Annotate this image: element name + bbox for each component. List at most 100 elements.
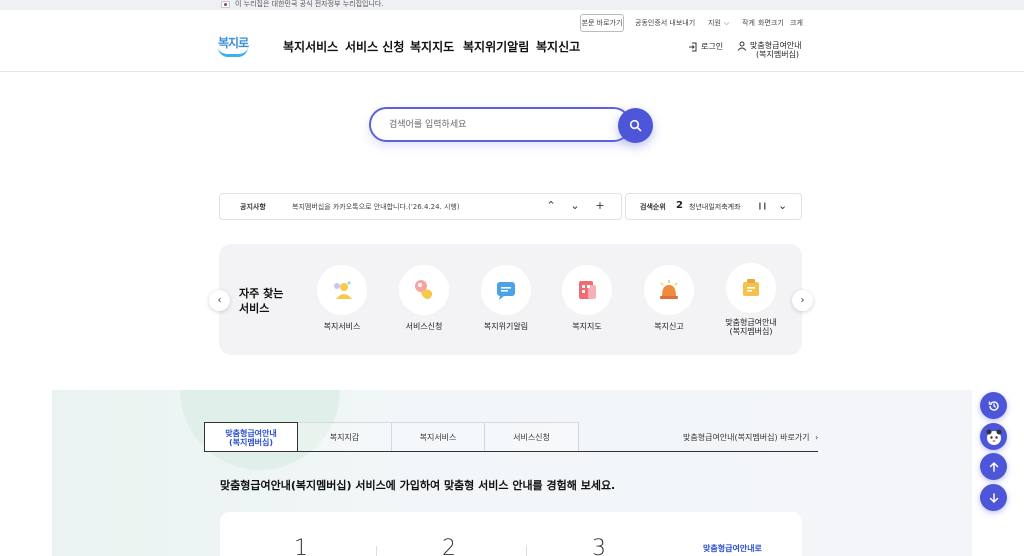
login-label: 로그인 — [701, 42, 724, 51]
skip-to-content-button[interactable]: 본문 바로가기 — [580, 14, 624, 32]
search-icon — [629, 119, 642, 132]
tabs-underline — [204, 451, 818, 452]
user-icon — [737, 41, 747, 51]
notice-label: 공지사항 — [240, 203, 266, 211]
step-number: 1 — [294, 536, 308, 556]
logo-smile-icon — [218, 47, 248, 57]
ranking-keyword[interactable]: 청년내일저축계좌 — [689, 202, 741, 212]
tab-service-apply[interactable]: 서비스신청 — [485, 422, 579, 452]
site-logo[interactable]: 복지로 — [218, 32, 250, 58]
quick-item-label: 서비스신청 — [405, 322, 443, 331]
carousel-prev-button[interactable]: ‹ — [209, 290, 230, 311]
alarm-siren-icon — [660, 280, 678, 299]
chevron-down-icon[interactable]: ⌄ — [778, 199, 787, 212]
quick-title-line-2: 서비스 — [239, 302, 270, 315]
header-divider — [0, 71, 1024, 72]
tab-label: 서비스신청 — [513, 433, 550, 442]
quick-item-label: 복지지도 — [572, 322, 602, 331]
plus-icon[interactable]: + — [593, 199, 607, 212]
quick-item-welfare-report[interactable]: 복지신고 — [629, 265, 709, 331]
font-large-button[interactable]: 크게 — [790, 14, 803, 32]
quick-item-membership[interactable]: 맞춤형급여안내 (복지멤버십) — [711, 263, 791, 336]
membership-label-2: (복지멤버십) — [756, 50, 800, 59]
step-number: 3 — [592, 536, 606, 556]
ranking-number: 2 — [676, 200, 683, 211]
gov-banner: 이 누리집은 대한민국 공식 전자정부 누리집입니다. — [0, 0, 1024, 10]
quick-item-service-apply[interactable]: 서비스신청 — [384, 265, 464, 331]
font-small-button[interactable]: 작게 — [742, 14, 755, 32]
arrow-down-icon — [989, 492, 998, 503]
quick-icon-circle — [644, 265, 694, 315]
quick-item-label: 맞춤형급여안내 (복지멤버십) — [725, 318, 777, 336]
people-icon — [334, 281, 352, 299]
chevron-down-icon: ⌵ — [723, 18, 730, 27]
pause-icon[interactable]: ❙❙ — [757, 202, 768, 210]
quick-icon-circle — [481, 265, 531, 315]
quick-services-title: 자주 찾는 서비스 — [239, 286, 283, 316]
tab-membership[interactable]: 맞춤형급여안내 (복지멤버십) — [204, 422, 298, 452]
quick-icon-circle — [562, 265, 612, 315]
quick-item-label: 복지신고 — [654, 322, 684, 331]
ranking-label: 검색순위 — [640, 203, 666, 211]
login-button[interactable]: 로그인 — [688, 41, 723, 52]
quick-item-crisis-alert[interactable]: 복지위기알림 — [466, 265, 546, 331]
quick-icon-circle — [317, 265, 367, 315]
search-button[interactable] — [618, 108, 653, 143]
quick-item-welfare-services[interactable]: 복지서비스 — [302, 265, 382, 331]
quick-item-welfare-map[interactable]: 복지지도 — [547, 265, 627, 331]
membership-shortcut-link[interactable]: 맞춤형급여안내(복지멤버십) 바로가기 › — [683, 432, 818, 443]
korea-flag-icon — [221, 1, 230, 8]
notice-bar: 공지사항 복지멤버십을 카카오톡으로 안내합니다.('26.4.24. 시행) … — [219, 193, 622, 220]
search-input[interactable] — [389, 117, 609, 133]
quick-icon-circle — [399, 265, 449, 315]
shortcut-link-label: 맞춤형급여안내(복지멤버십) 바로가기 — [683, 433, 810, 442]
tab-label: 맞춤형급여안내 (복지멤버십) — [225, 428, 277, 447]
screen-size-label: 화면크기 — [758, 19, 784, 27]
scroll-top-button[interactable] — [980, 453, 1007, 480]
nav-welfare-services[interactable]: 복지서비스 — [283, 38, 338, 55]
nav-service-apply[interactable]: 서비스 신청 — [345, 38, 404, 55]
quick-item-label: 복지서비스 — [323, 322, 361, 331]
search-box — [369, 107, 631, 142]
membership-button[interactable]: 맞춤형급여안내 (복지멤버십) — [737, 41, 802, 59]
tab-label: 복지지갑 — [329, 433, 360, 442]
chatbot-character-icon — [986, 429, 1001, 445]
tab-label: 복지서비스 — [419, 433, 457, 442]
membership-headline: 맞춤형급여안내(복지멤버십) 서비스에 가입하여 맞춤형 서비스 안내를 경험해… — [220, 479, 616, 492]
nav-crisis-alert[interactable]: 복지위기알림 — [463, 38, 529, 55]
nav-welfare-report[interactable]: 복지신고 — [536, 38, 580, 55]
arrow-up-icon — [989, 461, 998, 472]
step-divider — [376, 546, 377, 556]
chevron-right-icon: › — [815, 433, 819, 442]
membership-go-link[interactable]: 맞춤형급여안내로 — [703, 543, 762, 554]
chatbot-button[interactable] — [980, 423, 1007, 450]
folder-badge-icon — [743, 279, 759, 296]
recent-history-button[interactable] — [980, 392, 1007, 419]
hand-pointer-icon — [415, 280, 433, 300]
tab-welfare-wallet[interactable]: 복지지갑 — [298, 422, 392, 452]
support-dropdown[interactable]: 지원 ⌵ — [708, 14, 729, 32]
map-grid-icon — [579, 281, 596, 299]
quick-title-line-1: 자주 찾는 — [239, 287, 284, 300]
search-ranking-bar: 검색순위 2 청년내일저축계좌 ❙❙ ⌄ — [625, 193, 802, 220]
gov-banner-text: 이 누리집은 대한민국 공식 전자정부 누리집입니다. — [235, 0, 384, 8]
notice-text[interactable]: 복지멤버십을 카카오톡으로 안내합니다.('26.4.24. 시행) — [292, 202, 460, 212]
quick-item-label: 복지위기알림 — [483, 322, 529, 331]
support-label: 지원 — [708, 19, 721, 27]
chevron-up-icon[interactable]: ⌃ — [544, 199, 558, 212]
chat-bubble-icon — [497, 282, 515, 300]
login-icon — [689, 42, 697, 51]
history-icon — [988, 400, 999, 411]
nav-welfare-map[interactable]: 복지지도 — [410, 38, 454, 55]
step-divider — [526, 546, 527, 556]
chevron-down-icon[interactable]: ⌄ — [568, 199, 582, 212]
chevron-left-icon: ‹ — [217, 295, 222, 306]
scroll-bottom-button[interactable] — [980, 484, 1007, 511]
cert-export-link[interactable]: 공동인증서 내보내기 — [635, 14, 695, 32]
chevron-right-icon: › — [800, 295, 805, 306]
tab-welfare-services[interactable]: 복지서비스 — [392, 422, 485, 452]
membership-label-1: 맞춤형급여안내 — [750, 41, 802, 50]
step-number: 2 — [442, 536, 456, 556]
carousel-next-button[interactable]: › — [792, 290, 813, 311]
quick-icon-circle — [726, 263, 776, 313]
